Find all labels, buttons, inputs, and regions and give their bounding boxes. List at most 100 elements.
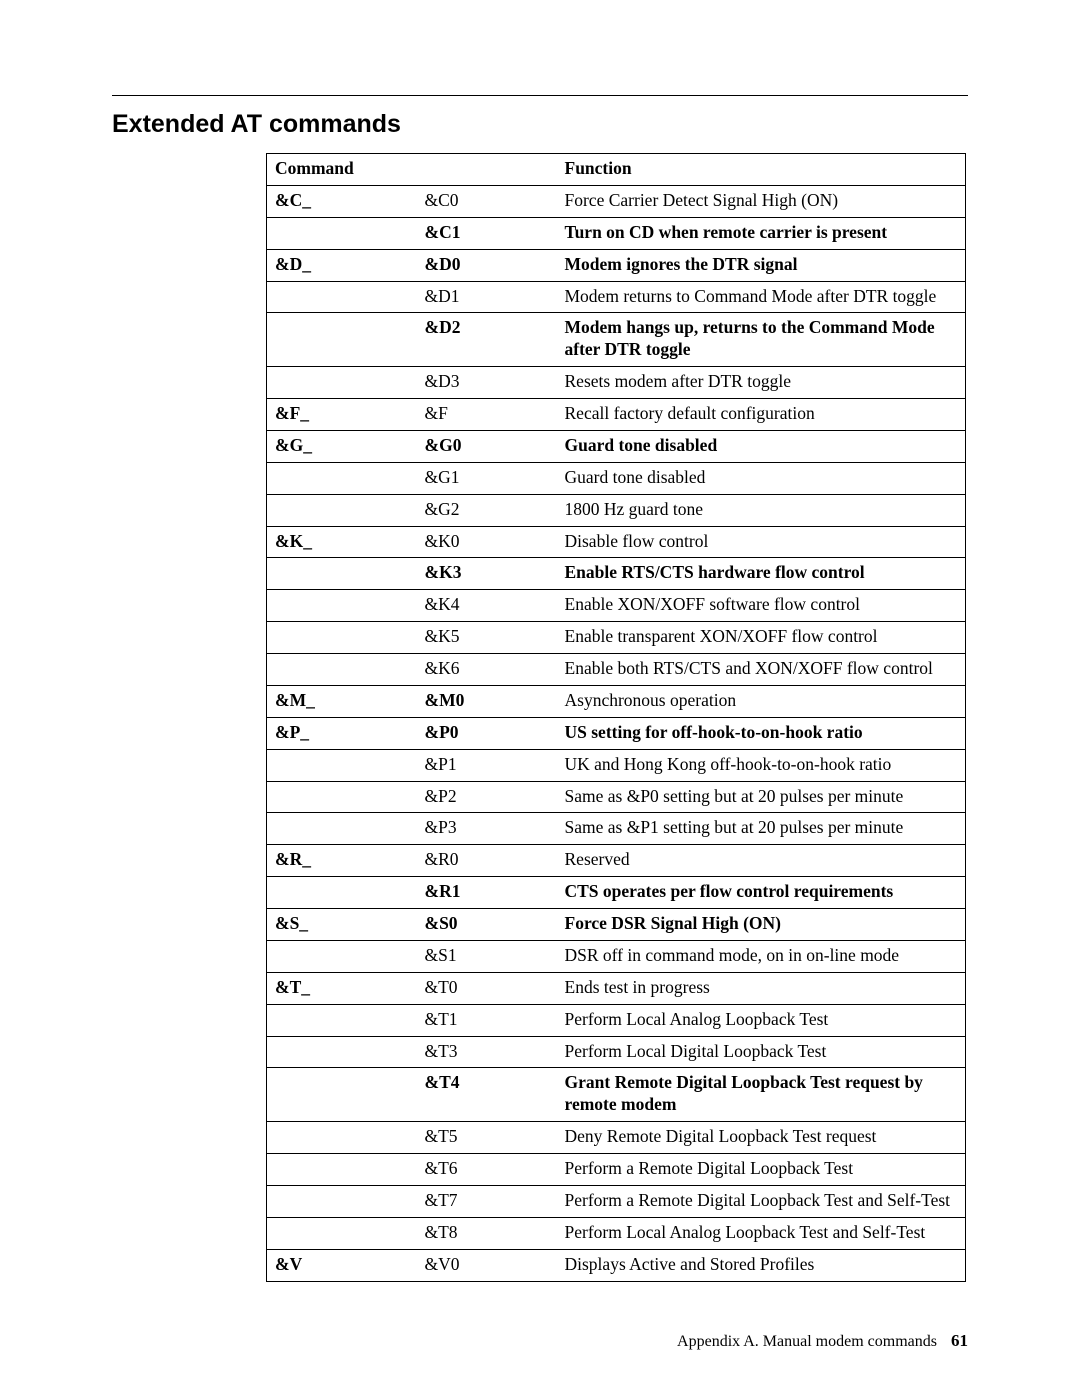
- cell-setting: &S0: [417, 909, 557, 941]
- cell-function: Force DSR Signal High (ON): [557, 909, 966, 941]
- cell-command: &V: [267, 1249, 417, 1281]
- cell-command: [267, 813, 417, 845]
- cell-setting: &K0: [417, 526, 557, 558]
- cell-function: Deny Remote Digital Loopback Test reques…: [557, 1122, 966, 1154]
- cell-function: Guard tone disabled: [557, 462, 966, 494]
- cell-function: Same as &P0 setting but at 20 pulses per…: [557, 781, 966, 813]
- table-row: &K3Enable RTS/CTS hardware flow control: [267, 558, 966, 590]
- table-row: &G1Guard tone disabled: [267, 462, 966, 494]
- cell-command: [267, 367, 417, 399]
- cell-setting: &S1: [417, 940, 557, 972]
- cell-setting: &T8: [417, 1217, 557, 1249]
- cell-command: [267, 1004, 417, 1036]
- cell-function: DSR off in command mode, on in on-line m…: [557, 940, 966, 972]
- cell-command: [267, 1122, 417, 1154]
- cell-command: [267, 654, 417, 686]
- cell-command: &M_: [267, 685, 417, 717]
- table-row: &S_&S0Force DSR Signal High (ON): [267, 909, 966, 941]
- cell-command: [267, 622, 417, 654]
- table-row: &K6Enable both RTS/CTS and XON/XOFF flow…: [267, 654, 966, 686]
- table-row: &T6Perform a Remote Digital Loopback Tes…: [267, 1154, 966, 1186]
- cell-function: US setting for off-hook-to-on-hook ratio: [557, 717, 966, 749]
- cell-function: Disable flow control: [557, 526, 966, 558]
- cell-function: Modem returns to Command Mode after DTR …: [557, 281, 966, 313]
- cell-function: Perform a Remote Digital Loopback Test a…: [557, 1185, 966, 1217]
- table-row: &T3Perform Local Digital Loopback Test: [267, 1036, 966, 1068]
- table-row: &R_&R0Reserved: [267, 845, 966, 877]
- cell-setting: &P0: [417, 717, 557, 749]
- table-row: &T4Grant Remote Digital Loopback Test re…: [267, 1068, 966, 1122]
- cell-command: [267, 877, 417, 909]
- cell-function: Turn on CD when remote carrier is presen…: [557, 217, 966, 249]
- cell-setting: &D0: [417, 249, 557, 281]
- cell-command: &R_: [267, 845, 417, 877]
- cell-function: Force Carrier Detect Signal High (ON): [557, 185, 966, 217]
- cell-setting: &K3: [417, 558, 557, 590]
- table-row: &K_&K0Disable flow control: [267, 526, 966, 558]
- cell-command: [267, 462, 417, 494]
- cell-function: Resets modem after DTR toggle: [557, 367, 966, 399]
- cell-setting: &T4: [417, 1068, 557, 1122]
- table-row: &D3Resets modem after DTR toggle: [267, 367, 966, 399]
- cell-command: [267, 1185, 417, 1217]
- table-row: &C1Turn on CD when remote carrier is pre…: [267, 217, 966, 249]
- cell-function: Grant Remote Digital Loopback Test reque…: [557, 1068, 966, 1122]
- cell-function: Perform Local Analog Loopback Test: [557, 1004, 966, 1036]
- section-title: Extended AT commands: [112, 110, 968, 139]
- cell-function: Enable both RTS/CTS and XON/XOFF flow co…: [557, 654, 966, 686]
- cell-setting: &D3: [417, 367, 557, 399]
- cell-setting: &G1: [417, 462, 557, 494]
- cell-function: Perform Local Analog Loopback Test and S…: [557, 1217, 966, 1249]
- cell-command: [267, 494, 417, 526]
- table-row: &T5Deny Remote Digital Loopback Test req…: [267, 1122, 966, 1154]
- cell-setting: &C0: [417, 185, 557, 217]
- table-row: &P_&P0US setting for off-hook-to-on-hook…: [267, 717, 966, 749]
- cell-function: Enable XON/XOFF software flow control: [557, 590, 966, 622]
- cell-setting: &P3: [417, 813, 557, 845]
- table-row: &D2Modem hangs up, returns to the Comman…: [267, 313, 966, 367]
- cell-function: Modem ignores the DTR signal: [557, 249, 966, 281]
- table-row: &C_&C0Force Carrier Detect Signal High (…: [267, 185, 966, 217]
- cell-setting: &T7: [417, 1185, 557, 1217]
- table-row: &D1Modem returns to Command Mode after D…: [267, 281, 966, 313]
- cell-setting: &K6: [417, 654, 557, 686]
- cell-command: [267, 1036, 417, 1068]
- table-row: &M_&M0Asynchronous operation: [267, 685, 966, 717]
- table-row: &P3Same as &P1 setting but at 20 pulses …: [267, 813, 966, 845]
- cell-setting: &T5: [417, 1122, 557, 1154]
- cell-function: 1800 Hz guard tone: [557, 494, 966, 526]
- cell-setting: &K4: [417, 590, 557, 622]
- cell-setting: &T3: [417, 1036, 557, 1068]
- cell-setting: &G2: [417, 494, 557, 526]
- table-row: &K4Enable XON/XOFF software flow control: [267, 590, 966, 622]
- cell-setting: &P1: [417, 749, 557, 781]
- cell-command: [267, 313, 417, 367]
- table-header-row: Command Function: [267, 154, 966, 186]
- cell-function: Guard tone disabled: [557, 430, 966, 462]
- cell-setting: &G0: [417, 430, 557, 462]
- header-command: Command: [267, 154, 557, 186]
- cell-command: [267, 217, 417, 249]
- cell-function: Displays Active and Stored Profiles: [557, 1249, 966, 1281]
- cell-setting: &R0: [417, 845, 557, 877]
- cell-function: Same as &P1 setting but at 20 pulses per…: [557, 813, 966, 845]
- header-function: Function: [557, 154, 966, 186]
- cell-function: UK and Hong Kong off-hook-to-on-hook rat…: [557, 749, 966, 781]
- cell-function: CTS operates per flow control requiremen…: [557, 877, 966, 909]
- cell-setting: &C1: [417, 217, 557, 249]
- cell-function: Asynchronous operation: [557, 685, 966, 717]
- cell-function: Enable RTS/CTS hardware flow control: [557, 558, 966, 590]
- cell-function: Enable transparent XON/XOFF flow control: [557, 622, 966, 654]
- commands-table: Command Function &C_&C0Force Carrier Det…: [266, 153, 966, 1282]
- cell-command: [267, 1068, 417, 1122]
- table-row: &D_&D0Modem ignores the DTR signal: [267, 249, 966, 281]
- cell-command: &C_: [267, 185, 417, 217]
- cell-command: &D_: [267, 249, 417, 281]
- cell-setting: &R1: [417, 877, 557, 909]
- cell-setting: &T0: [417, 972, 557, 1004]
- cell-setting: &K5: [417, 622, 557, 654]
- table-row: &G_&G0Guard tone disabled: [267, 430, 966, 462]
- cell-command: [267, 558, 417, 590]
- cell-function: Perform a Remote Digital Loopback Test: [557, 1154, 966, 1186]
- table-row: &T_&T0Ends test in progress: [267, 972, 966, 1004]
